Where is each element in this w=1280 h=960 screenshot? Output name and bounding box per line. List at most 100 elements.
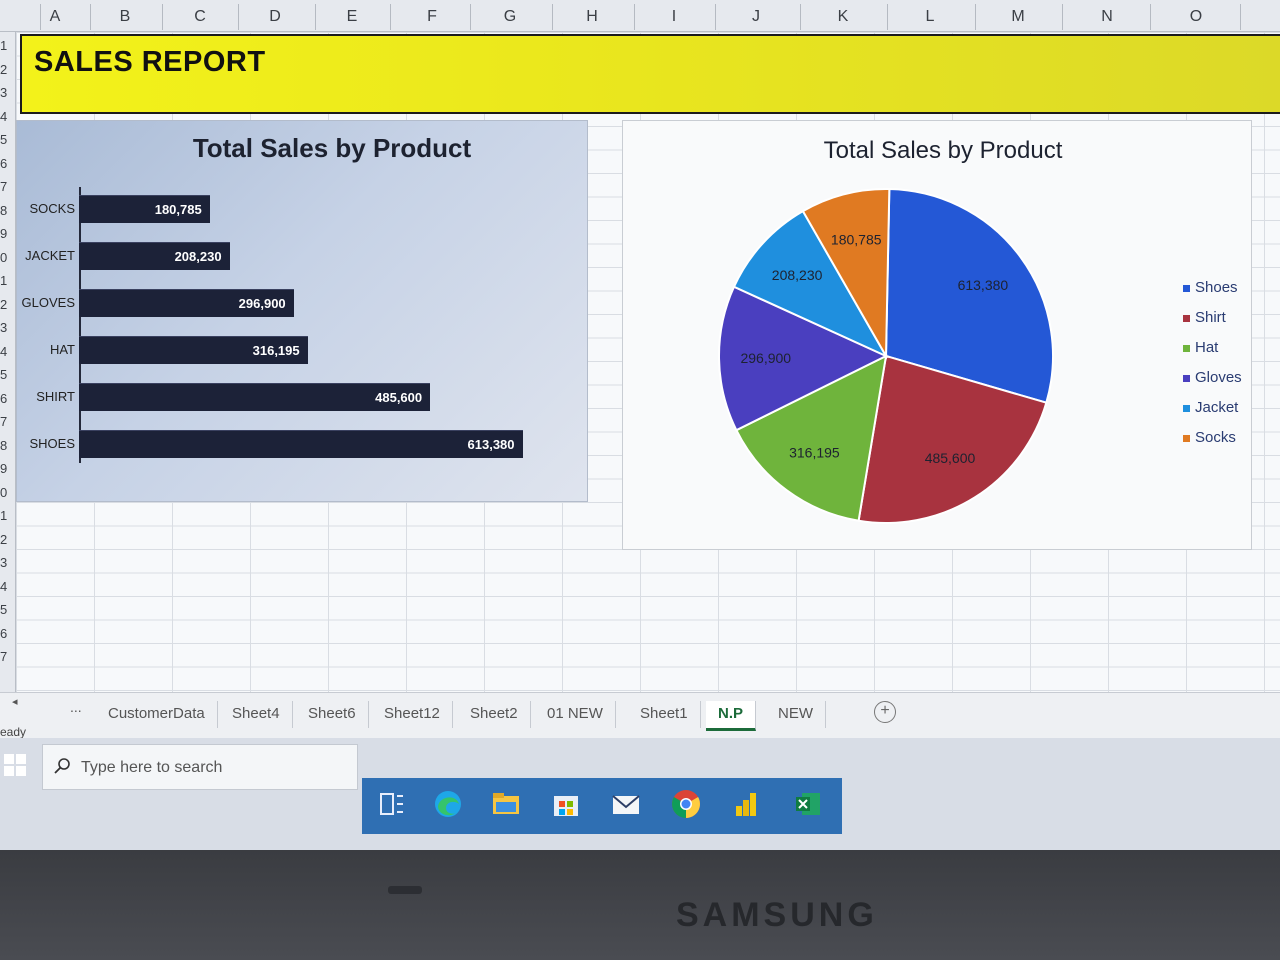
row-header[interactable]: 0	[0, 485, 15, 500]
microsoft-store-icon[interactable]	[550, 788, 582, 820]
row-header[interactable]: 0	[0, 250, 15, 265]
excel-icon[interactable]	[792, 788, 824, 820]
column-header[interactable]: K	[823, 8, 863, 26]
row-header[interactable]: 6	[0, 626, 15, 641]
legend-swatch	[1183, 405, 1190, 412]
row-header[interactable]: 1	[0, 38, 15, 53]
row-header[interactable]: 8	[0, 438, 15, 453]
row-header[interactable]: 4	[0, 344, 15, 359]
chrome-icon[interactable]	[670, 788, 702, 820]
pie-value-label: 180,785	[831, 232, 882, 248]
row-header[interactable]: 3	[0, 555, 15, 570]
column-header[interactable]: H	[572, 8, 612, 26]
row-header[interactable]: 3	[0, 320, 15, 335]
column-separator	[90, 4, 91, 30]
sheet-tab[interactable]: 01 NEW	[535, 701, 616, 728]
row-header[interactable]: 6	[0, 391, 15, 406]
column-header[interactable]: E	[332, 8, 372, 26]
row-header[interactable]: 5	[0, 602, 15, 617]
row-header[interactable]: 7	[0, 649, 15, 664]
column-header[interactable]: A	[35, 8, 75, 26]
taskbar: Type here to search	[0, 738, 1280, 850]
row-header[interactable]: 4	[0, 109, 15, 124]
column-header[interactable]: B	[105, 8, 145, 26]
sheet-tab[interactable]: Sheet6	[296, 701, 369, 728]
pie-value-label: 208,230	[772, 267, 823, 283]
legend-item: Shirt	[1183, 309, 1253, 339]
legend-label: Gloves	[1195, 369, 1242, 386]
row-header-strip: 1 2 3 4 5 6 7 8 9 0 1 2 3 4 5 6 7 8 9 0 1 2 3 4 5 6 7	[0, 32, 16, 692]
sheet-tab[interactable]: Sheet4	[220, 701, 293, 728]
bar-chart-axis	[79, 187, 81, 463]
column-separator	[715, 4, 716, 30]
column-header[interactable]: L	[910, 8, 950, 26]
row-header[interactable]: 5	[0, 367, 15, 382]
add-sheet-button[interactable]: +	[874, 701, 896, 723]
sheet-tab-bar: ◂ ... CustomerData Sheet4 Sheet6 Sheet12 She…	[0, 692, 1280, 739]
sheet-tab[interactable]: Sheet1	[628, 701, 701, 728]
column-header[interactable]: O	[1176, 8, 1216, 26]
bar-value-label: 613,380	[467, 437, 515, 452]
sheet-tab[interactable]: CustomerData	[96, 701, 218, 728]
brand-logo: SAMSUNG	[676, 896, 878, 934]
row-header[interactable]: 2	[0, 532, 15, 547]
row-header[interactable]: 2	[0, 297, 15, 312]
legend-label: Shoes	[1195, 279, 1238, 296]
more-sheets-button[interactable]: ...	[70, 699, 82, 715]
row-header[interactable]: 7	[0, 179, 15, 194]
pie-chart[interactable]: Total Sales by Product 613,380 485,600 316…	[622, 120, 1252, 550]
bar-value-label: 316,195	[252, 343, 300, 358]
file-explorer-icon[interactable]	[490, 788, 522, 820]
row-header[interactable]: 9	[0, 226, 15, 241]
column-header[interactable]: M	[998, 8, 1038, 26]
legend-item: Gloves	[1183, 369, 1253, 399]
taskbar-search-box[interactable]: Type here to search	[42, 744, 358, 790]
column-header[interactable]: G	[490, 8, 530, 26]
column-separator	[887, 4, 888, 30]
tab-scroll-left-button[interactable]: ◂	[12, 695, 18, 708]
power-bi-icon[interactable]	[730, 788, 762, 820]
legend-label: Shirt	[1195, 309, 1226, 326]
column-separator	[800, 4, 801, 30]
column-header[interactable]: J	[736, 8, 776, 26]
edge-browser-icon[interactable]	[432, 788, 464, 820]
row-header[interactable]: 7	[0, 414, 15, 429]
mail-icon[interactable]	[610, 788, 642, 820]
legend-item: Hat	[1183, 339, 1253, 369]
sheet-tab[interactable]: Sheet2	[458, 701, 531, 728]
bar-value-label: 180,785	[154, 202, 202, 217]
column-header[interactable]: C	[180, 8, 220, 26]
column-header[interactable]: I	[654, 8, 694, 26]
search-icon	[54, 758, 70, 774]
pie-chart-title: Total Sales by Product	[823, 137, 1063, 164]
search-placeholder: Type here to search	[81, 759, 223, 776]
row-header[interactable]: 9	[0, 461, 15, 476]
legend-label: Hat	[1195, 339, 1219, 356]
row-header[interactable]: 1	[0, 273, 15, 288]
pie-plot: 613,380 485,600 316,195 296,900 208,230 180,7…	[718, 188, 1054, 524]
legend-swatch	[1183, 375, 1190, 382]
row-header[interactable]: 1	[0, 508, 15, 523]
report-title: SALES REPORT	[34, 46, 266, 78]
sheet-tab[interactable]: NEW	[766, 701, 826, 728]
task-view-icon[interactable]	[376, 788, 408, 820]
windows-start-icon[interactable]	[4, 754, 26, 776]
column-header[interactable]: D	[255, 8, 295, 26]
column-header[interactable]: N	[1087, 8, 1127, 26]
row-header[interactable]: 6	[0, 156, 15, 171]
column-header[interactable]: F	[412, 8, 452, 26]
row-header[interactable]: 3	[0, 85, 15, 100]
sales-report-banner[interactable]: SALES REPORT	[20, 34, 1280, 114]
legend-item: Shoes	[1183, 279, 1253, 309]
column-separator	[552, 4, 553, 30]
column-separator	[315, 4, 316, 30]
sheet-tab[interactable]: Sheet12	[372, 701, 453, 728]
row-header[interactable]: 2	[0, 62, 15, 77]
bar-category-label: SHIRT	[36, 389, 75, 404]
pie-value-label: 316,195	[789, 445, 840, 461]
row-header[interactable]: 5	[0, 132, 15, 147]
row-header[interactable]: 8	[0, 203, 15, 218]
row-header[interactable]: 4	[0, 579, 15, 594]
bar-chart[interactable]: Total Sales by Product SOCKS 180,785 JACKE…	[16, 120, 588, 502]
sheet-tab[interactable]: N.P	[706, 701, 757, 731]
